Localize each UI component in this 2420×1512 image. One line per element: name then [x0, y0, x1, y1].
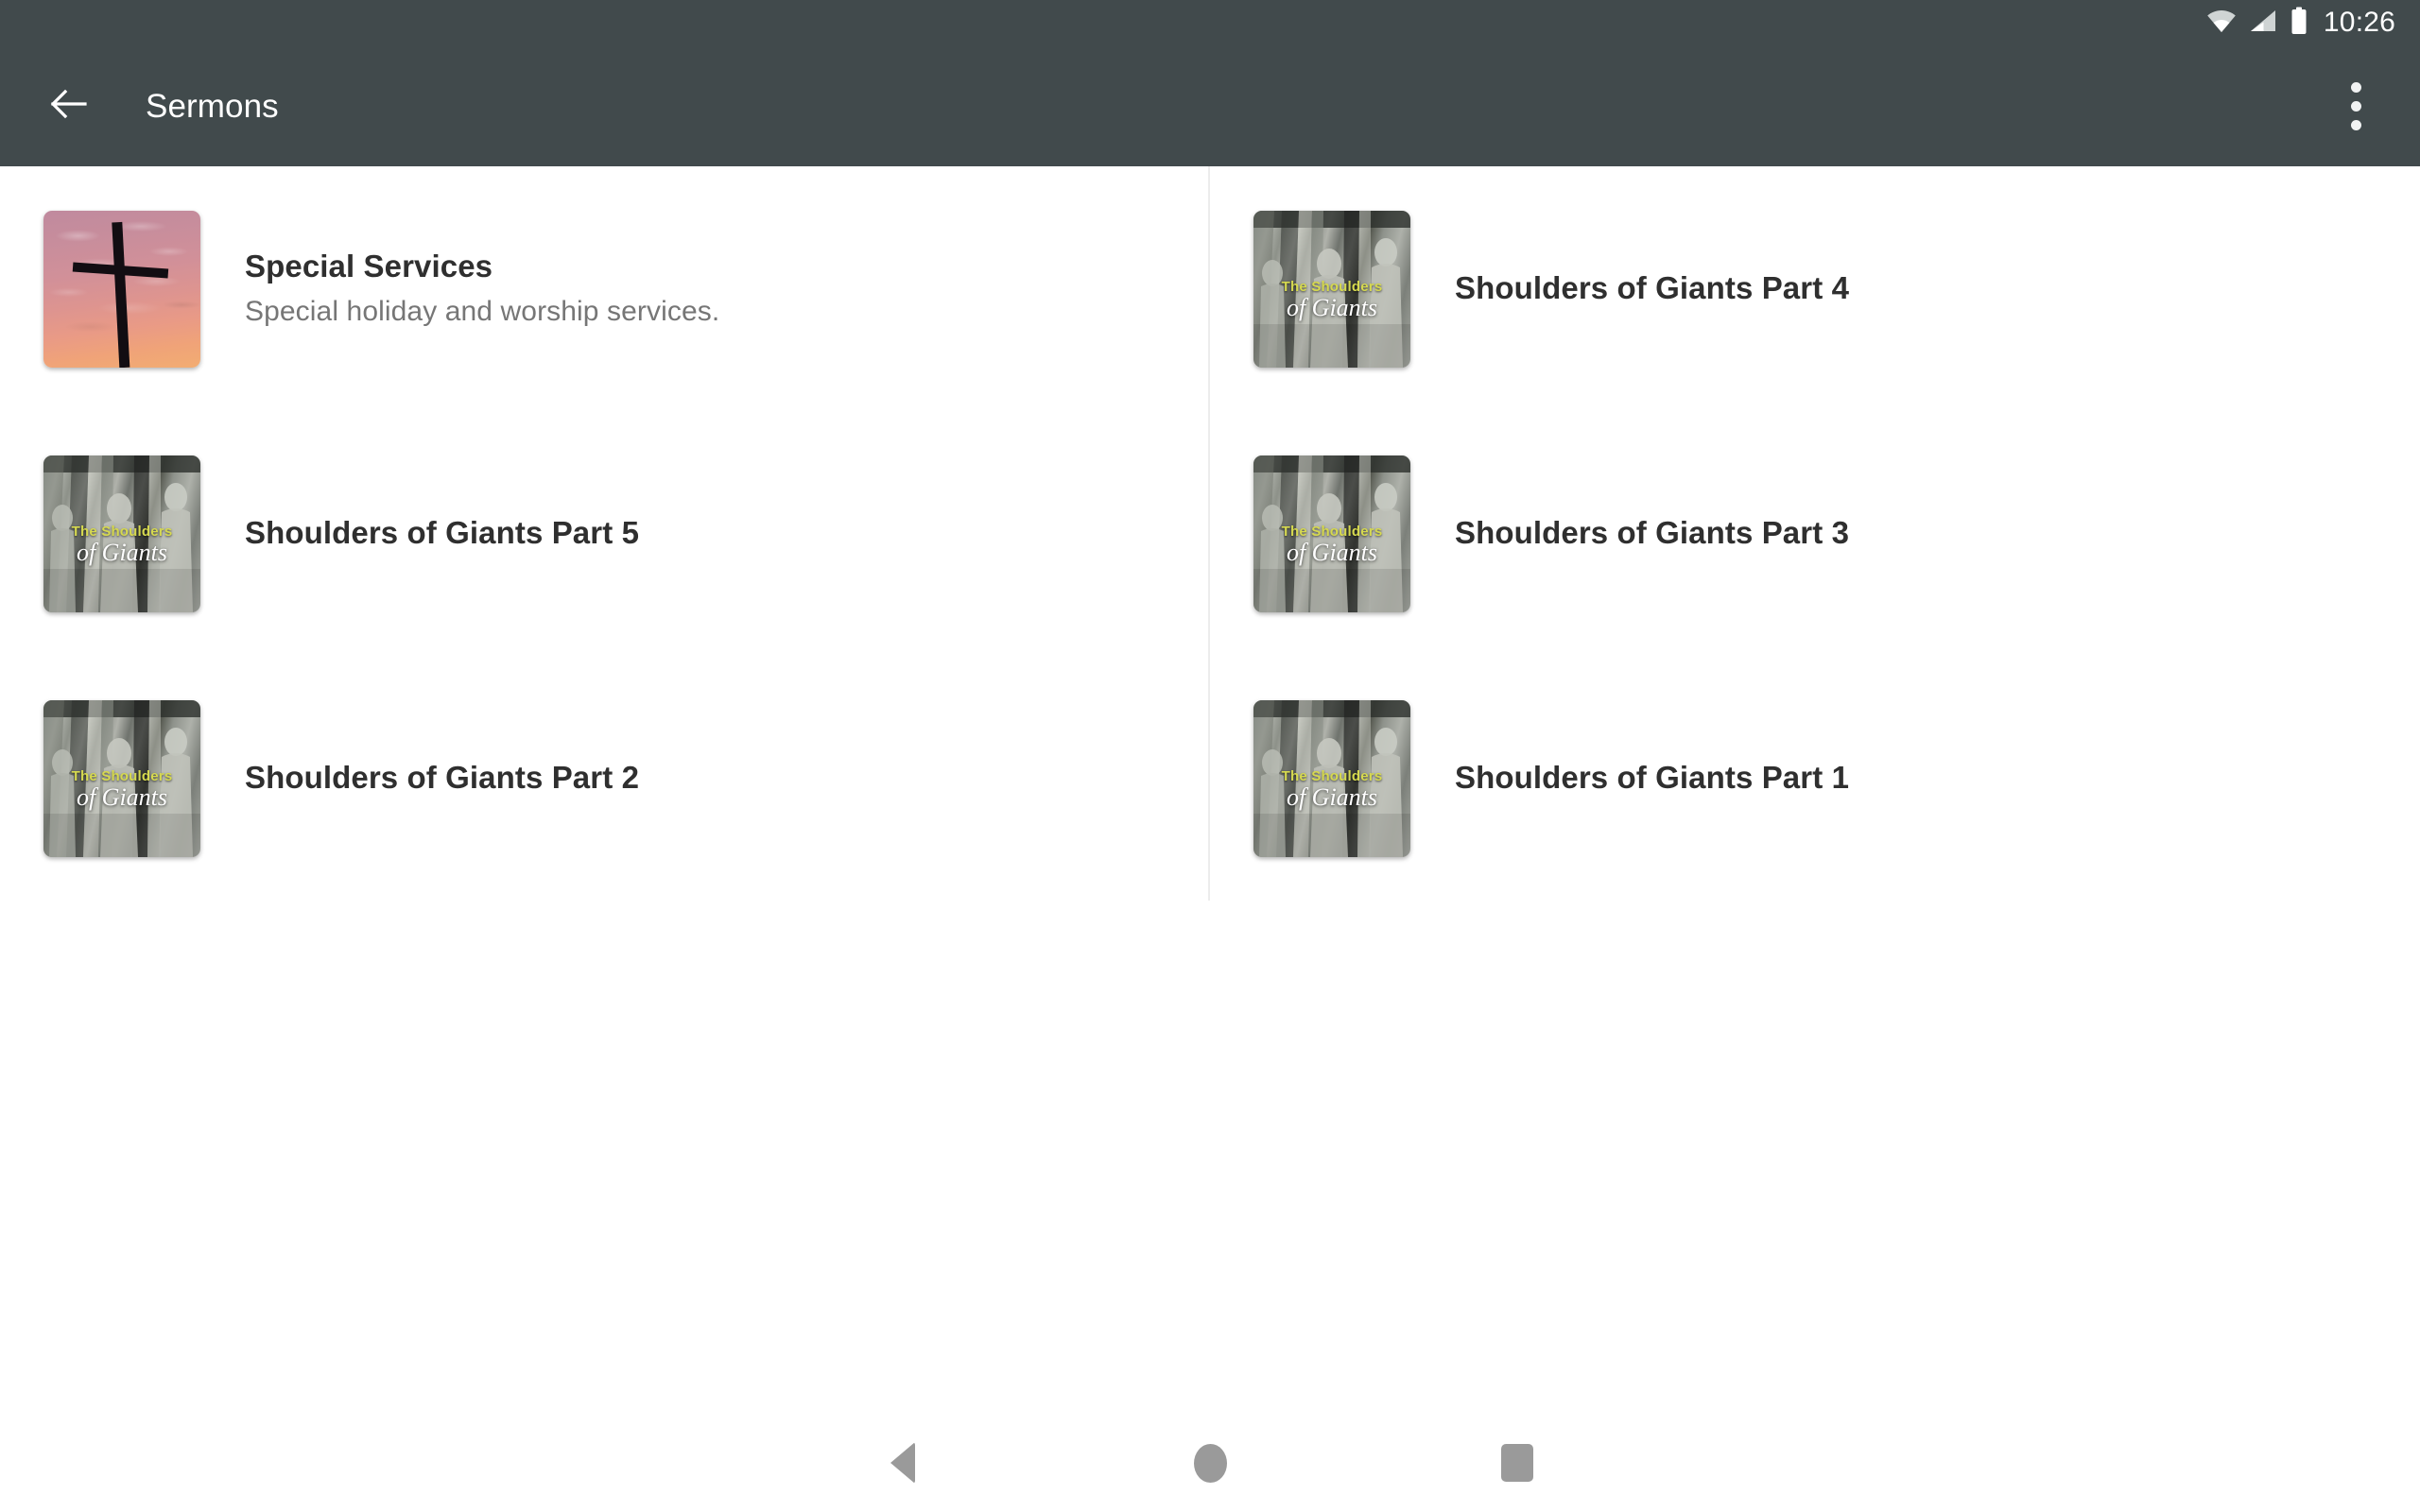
- list-item[interactable]: The Shoulders of Giants Shoulders of Giant…: [0, 656, 1210, 901]
- circle-home-icon: [1193, 1443, 1227, 1483]
- system-navigation-bar: [0, 1414, 2420, 1512]
- shoulders-of-giants-thumbnail: The Shoulders of Giants: [1253, 210, 1410, 368]
- list-item-text: Shoulders of Giants Part 5: [245, 515, 639, 552]
- list-item-text: Shoulders of Giants Part 4: [1455, 270, 1849, 307]
- list-row: Special Services Special holiday and wors…: [0, 166, 2420, 411]
- list-item-title: Special Services: [245, 248, 493, 284]
- overflow-menu-button[interactable]: [2316, 66, 2395, 146]
- list-item-title: Shoulders of Giants Part 3: [1455, 515, 1850, 551]
- overflow-menu-icon: [2350, 81, 2361, 130]
- sermons-list: Special Services Special holiday and wors…: [0, 166, 2420, 901]
- list-item-text: Shoulders of Giants Part 1: [1455, 760, 1849, 797]
- cross-icon: [72, 221, 169, 368]
- recents-nav-button[interactable]: [1465, 1414, 1569, 1512]
- list-item[interactable]: The Shoulders of Giants Shoulders of Giant…: [1210, 656, 2420, 901]
- cellular-signal-icon: [2249, 9, 2277, 38]
- square-recents-icon: [1501, 1444, 1533, 1482]
- cross-sunset-thumbnail: [43, 210, 200, 368]
- back-arrow-icon: [45, 81, 91, 131]
- list-item-title: Shoulders of Giants Part 1: [1455, 760, 1850, 796]
- list-row: The Shoulders of Giants Shoulders of Giant…: [0, 411, 2420, 656]
- list-item-text: Shoulders of Giants Part 2: [245, 760, 639, 797]
- wifi-icon: [2206, 9, 2237, 38]
- list-item-title: Shoulders of Giants Part 5: [245, 515, 640, 551]
- list-item-text: Special Services Special holiday and wors…: [245, 249, 719, 330]
- list-row: The Shoulders of Giants Shoulders of Giant…: [0, 656, 2420, 901]
- shoulders-of-giants-thumbnail: The Shoulders of Giants: [43, 455, 200, 612]
- cathedral-statues-art: [1253, 210, 1410, 368]
- list-item[interactable]: Special Services Special holiday and wors…: [0, 166, 1210, 411]
- back-button[interactable]: [23, 60, 113, 151]
- list-item[interactable]: The Shoulders of Giants Shoulders of Giant…: [1210, 166, 2420, 411]
- list-item-text: Shoulders of Giants Part 3: [1455, 515, 1849, 552]
- page-title: Sermons: [146, 87, 279, 125]
- status-bar-clock: 10:26: [2323, 7, 2395, 38]
- home-nav-button[interactable]: [1158, 1414, 1262, 1512]
- list-item-title: Shoulders of Giants Part 4: [1455, 270, 1850, 306]
- list-item[interactable]: The Shoulders of Giants Shoulders of Giant…: [1210, 411, 2420, 656]
- cathedral-statues-art: [1253, 699, 1410, 857]
- triangle-back-icon: [890, 1442, 915, 1484]
- shoulders-of-giants-thumbnail: The Shoulders of Giants: [43, 699, 200, 857]
- list-item-subtitle: Special holiday and worship services.: [245, 296, 720, 328]
- cathedral-statues-art: [43, 699, 200, 857]
- status-bar-icons: [2206, 7, 2308, 40]
- list-item-title: Shoulders of Giants Part 2: [245, 760, 640, 796]
- status-bar: 10:26: [0, 0, 2420, 45]
- shoulders-of-giants-thumbnail: The Shoulders of Giants: [1253, 455, 1410, 612]
- battery-icon: [2290, 7, 2308, 40]
- list-item[interactable]: The Shoulders of Giants Shoulders of Giant…: [0, 411, 1210, 656]
- app-toolbar: Sermons: [0, 45, 2420, 166]
- shoulders-of-giants-thumbnail: The Shoulders of Giants: [1253, 699, 1410, 857]
- cathedral-statues-art: [1253, 455, 1410, 612]
- back-nav-button[interactable]: [851, 1414, 955, 1512]
- cathedral-statues-art: [43, 455, 200, 612]
